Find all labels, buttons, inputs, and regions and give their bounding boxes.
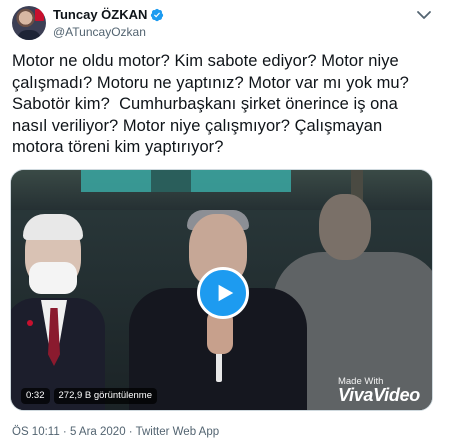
flag-pin-icon <box>35 9 44 21</box>
verified-badge-icon <box>151 8 164 21</box>
avatar[interactable] <box>12 6 46 40</box>
author-name-row: Tuncay ÖZKAN <box>53 7 164 22</box>
video-view-count: 272,9 B görüntülenme <box>53 388 157 404</box>
video-player[interactable]: 0:32 272,9 B görüntülenme Made With Viva… <box>10 169 433 411</box>
play-button[interactable] <box>197 267 249 319</box>
play-icon <box>218 284 234 302</box>
vivavideo-watermark: Made With VivaVideo <box>338 376 420 406</box>
video-duration: 0:32 <box>21 388 50 404</box>
watermark-made-with: Made With <box>337 376 384 387</box>
watermark-brand: VivaVideo <box>337 385 420 405</box>
chevron-down-icon[interactable] <box>414 8 434 22</box>
tweet-text: Motor ne oldu motor? Kim sabote ediyor? … <box>12 52 409 156</box>
tweet-timestamp[interactable]: ÖS 10:11 · 5 Ara 2020 · Twitter Web App <box>12 426 219 438</box>
video-stats: 0:32 272,9 B görüntülenme <box>21 388 157 404</box>
author-display-name[interactable]: Tuncay ÖZKAN <box>53 7 147 22</box>
author-handle[interactable]: @ATuncayOzkan <box>53 25 146 39</box>
tweet-card: Tuncay ÖZKAN @ATuncayOzkan Motor ne oldu… <box>0 0 450 444</box>
